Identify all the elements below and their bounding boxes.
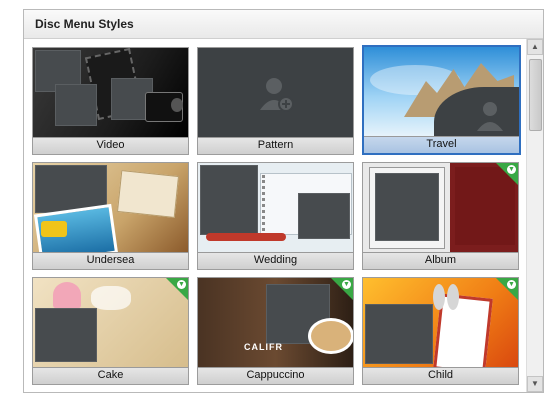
person-add-placeholder-icon	[477, 102, 503, 131]
scroll-up-arrow-icon[interactable]: ▲	[527, 39, 543, 55]
style-tile-cake[interactable]: ▼ Cake	[32, 277, 189, 385]
style-tile-travel[interactable]: Travel	[362, 45, 521, 155]
disc-menu-styles-panel: Disc Menu Styles Video Pattern Travel Un…	[23, 9, 544, 393]
style-tile-label: Cake	[33, 367, 188, 384]
style-tile-label: Pattern	[198, 137, 353, 154]
vertical-scrollbar[interactable]: ▲ ▼	[526, 39, 543, 392]
style-tile-cappuccino[interactable]: CALIFR ▼ Cappuccino	[197, 277, 354, 385]
style-tile-child[interactable]: ▼ Child	[362, 277, 519, 385]
style-tile-undersea[interactable]: Undersea	[32, 162, 189, 270]
style-tile-label: Wedding	[198, 252, 353, 269]
style-tile-video[interactable]: Video	[32, 47, 189, 155]
style-tile-pattern[interactable]: Pattern	[197, 47, 354, 155]
style-tile-album[interactable]: ▼ Album	[362, 162, 519, 270]
style-tile-label: Travel	[364, 136, 519, 153]
panel-title: Disc Menu Styles	[24, 10, 543, 39]
scroll-down-arrow-icon[interactable]: ▼	[527, 376, 543, 392]
scroll-thumb[interactable]	[529, 59, 542, 131]
style-tile-label: Child	[363, 367, 518, 384]
style-tile-label: Cappuccino	[198, 367, 353, 384]
download-arrow-icon: ▼	[342, 280, 351, 289]
person-add-placeholder-icon	[260, 78, 294, 112]
style-tile-label: Undersea	[33, 252, 188, 269]
style-tile-label: Video	[33, 137, 188, 154]
style-tile-wedding[interactable]: Wedding	[197, 162, 354, 270]
download-arrow-icon: ▼	[507, 165, 516, 174]
cappuccino-sign-text: CALIFR	[244, 342, 283, 352]
style-tile-label: Album	[363, 252, 518, 269]
download-arrow-icon: ▼	[507, 280, 516, 289]
style-grid: Video Pattern Travel Undersea Wedding ▼ …	[24, 39, 527, 392]
download-arrow-icon: ▼	[177, 280, 186, 289]
